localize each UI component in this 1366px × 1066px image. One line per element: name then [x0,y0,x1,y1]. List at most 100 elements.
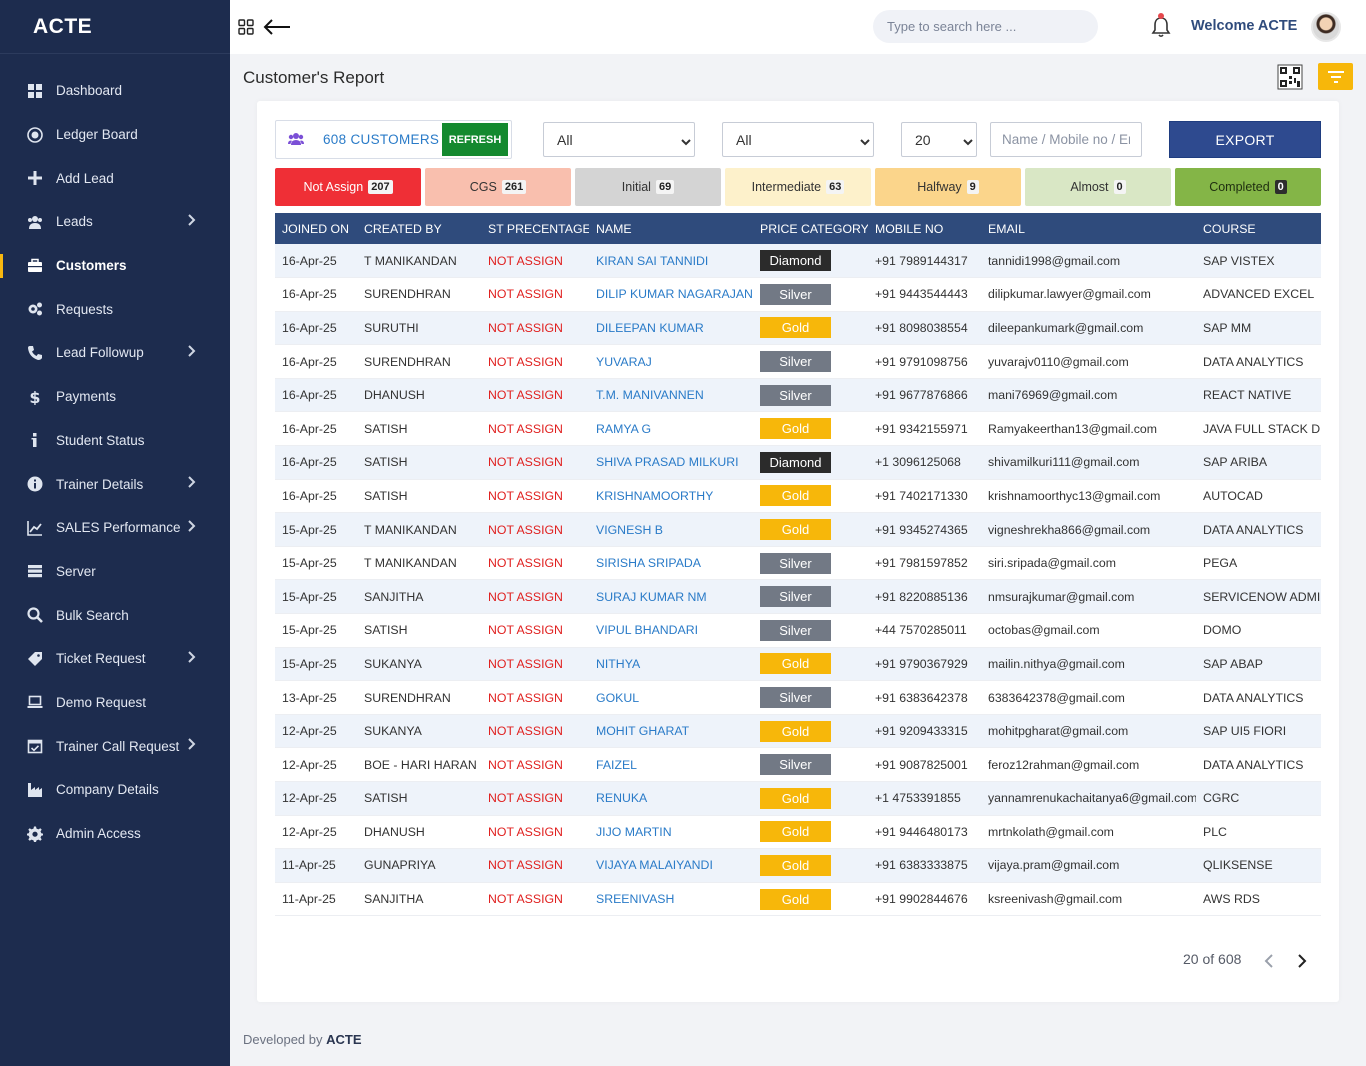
customer-name-link[interactable]: SREENIVASH [596,892,674,906]
table-cell: SURAJ KUMAR NM [589,579,753,615]
customer-name-link[interactable]: VIJAYA MALAIYANDI [596,858,713,872]
status-filter-completed[interactable]: Completed 0 [1175,168,1321,206]
sidebar-item-demo-request[interactable]: Demo Request [0,681,230,725]
column-header-course[interactable]: COURSE [1196,213,1321,244]
page-size-select[interactable]: 20 [901,122,977,157]
table-row[interactable]: 12-Apr-25 SUKANYA NOT ASSIGN MOHIT GHARAT Go… [275,714,1321,749]
table-row[interactable]: 16-Apr-25 SATISH NOT ASSIGN KRISHNAMOORTHY G… [275,479,1321,514]
table-row[interactable]: 11-Apr-25 SANJITHA NOT ASSIGN SREENIVASH Gol… [275,882,1321,917]
course-cell: AWS RDS [1203,892,1260,907]
customer-name-link[interactable]: SIRISHA SRIPADA [596,556,701,570]
brand-logo[interactable]: ACTE [0,0,230,54]
table-cell: Silver [753,277,868,312]
customer-name-link[interactable]: DILEEPAN KUMAR [596,321,704,335]
chevron-left-icon[interactable] [1262,953,1276,969]
filter-lines-icon [1327,70,1344,83]
sidebar-item-sales-performance[interactable]: SALES Performance [0,506,230,550]
table-cell: NOT ASSIGN [481,848,589,883]
table-cell: SANJITHA [357,579,481,615]
apps-grid-icon[interactable] [238,19,254,35]
customer-name-link[interactable]: JIJO MARTIN [596,825,672,839]
table-row[interactable]: 15-Apr-25 SATISH NOT ASSIGN VIPUL BHANDARI S… [275,613,1321,648]
sidebar-item-requests[interactable]: Requests [0,287,230,331]
customer-name-link[interactable]: RAMYA G [596,422,651,436]
table-row[interactable]: 15-Apr-25 T MANIKANDAN NOT ASSIGN VIGNESH B… [275,512,1321,547]
export-button[interactable]: EXPORT [1169,121,1321,158]
table-row[interactable]: 16-Apr-25 SURENDHRAN NOT ASSIGN YUVARAJ Silv… [275,344,1321,379]
status-filter-intermediate[interactable]: Intermediate 63 [725,168,871,206]
customer-name-link[interactable]: RENUKA [596,791,647,805]
table-row[interactable]: 13-Apr-25 SURENDHRAN NOT ASSIGN GOKUL Silver… [275,680,1321,715]
table-row[interactable]: 15-Apr-25 SANJITHA NOT ASSIGN SURAJ KUMAR N… [275,579,1321,615]
customer-name-link[interactable]: KIRAN SAI TANNIDI [596,254,708,268]
sidebar-item-student-status[interactable]: Student Status [0,419,230,463]
customer-name-link[interactable]: GOKUL [596,691,639,705]
sidebar-item-payments[interactable]: $ Payments [0,375,230,419]
table-cell: krishnamoorthyc13@gmail.com [981,479,1196,514]
refresh-button[interactable]: REFRESH [442,123,508,156]
column-header-st-precentage[interactable]: ST PRECENTAGE [481,213,589,244]
column-header-joined-on[interactable]: JOINED ON [275,213,357,244]
table-row[interactable]: 15-Apr-25 SUKANYA NOT ASSIGN NITHYA Gold +91 … [275,647,1321,682]
status-filter-almost[interactable]: Almost 0 [1025,168,1171,206]
chevron-right-icon[interactable] [1295,953,1309,969]
sidebar-item-customers[interactable]: Customers [0,244,230,288]
customer-name-link[interactable]: KRISHNAMOORTHY [596,489,713,503]
column-header-created-by[interactable]: CREATED BY [357,213,481,244]
sidebar-item-dashboard[interactable]: Dashboard [0,69,230,113]
customer-name-link[interactable]: VIPUL BHANDARI [596,623,698,637]
table-row[interactable]: 16-Apr-25 SURUTHI NOT ASSIGN DILEEPAN KUMAR… [275,311,1321,346]
sidebar-item-add-lead[interactable]: Add Lead [0,156,230,200]
customer-name-link[interactable]: FAIZEL [596,758,637,772]
customer-name-link[interactable]: YUVARAJ [596,355,652,369]
course-cell: DATA ANALYTICS [1203,522,1304,537]
sidebar-item-server[interactable]: Server [0,550,230,594]
table-row[interactable]: 11-Apr-25 GUNAPRIYA NOT ASSIGN VIJAYA MALAI… [275,848,1321,883]
sidebar-item-ledger-board[interactable]: Ledger Board [0,113,230,157]
column-header-price-category[interactable]: PRICE CATEGORY [753,213,868,244]
sidebar-item-lead-followup[interactable]: Lead Followup [0,331,230,375]
sidebar-item-ticket-request[interactable]: Ticket Request [0,637,230,681]
filter-select-1[interactable]: All [543,122,695,157]
column-header-mobile-no[interactable]: MOBILE NO [868,213,981,244]
name-mobile-email-search[interactable] [990,122,1142,157]
status-filter-halfway[interactable]: Halfway 9 [875,168,1021,206]
table-row[interactable]: 16-Apr-25 T MANIKANDAN NOT ASSIGN KIRAN SAI… [275,244,1321,279]
sidebar-item-bulk-search[interactable]: Bulk Search [0,593,230,637]
sidebar-item-leads[interactable]: Leads [0,200,230,244]
customer-name-link[interactable]: MOHIT GHARAT [596,724,689,738]
table-row[interactable]: 15-Apr-25 T MANIKANDAN NOT ASSIGN SIRISHA S… [275,546,1321,581]
table-row[interactable]: 12-Apr-25 DHANUSH NOT ASSIGN JIJO MARTIN Gol… [275,815,1321,850]
table-row[interactable]: 12-Apr-25 SATISH NOT ASSIGN RENUKA Gold +1 47… [275,781,1321,816]
customer-name-link[interactable]: SURAJ KUMAR NM [596,590,707,604]
customer-name-link[interactable]: SHIVA PRASAD MILKURI [596,455,739,469]
sidebar-item-admin-access[interactable]: Admin Access [0,812,230,856]
bell-icon[interactable] [1151,16,1171,38]
table-cell: +91 9902844676 [868,882,981,917]
status-filter-not-assign[interactable]: Not Assign 207 [275,168,421,206]
customer-name-link[interactable]: T.M. MANIVANNEN [596,388,704,402]
sidebar-item-company-details[interactable]: Company Details [0,768,230,812]
customer-name-link[interactable]: DILIP KUMAR NAGARAJAN [596,287,753,301]
table-row[interactable]: 12-Apr-25 BOE - HARI HARAN NOT ASSIGN FAIZE… [275,747,1321,782]
status-filter-initial[interactable]: Initial 69 [575,168,721,206]
column-header-email[interactable]: EMAIL [981,213,1196,244]
table-row[interactable]: 16-Apr-25 DHANUSH NOT ASSIGN T.M. MANIVANNE… [275,378,1321,413]
back-arrow-icon[interactable] [263,18,291,36]
status-filter-cgs[interactable]: CGS 261 [425,168,571,206]
table-row[interactable]: 16-Apr-25 SURENDHRAN NOT ASSIGN DILIP KUMAR… [275,277,1321,312]
sidebar-item-trainer-details[interactable]: Trainer Details [0,462,230,506]
filter-select-2[interactable]: All [722,122,874,157]
course-cell: SAP MM [1203,320,1252,335]
global-search-input[interactable] [873,10,1098,43]
avatar[interactable] [1311,12,1341,42]
table-cell: dileepankumark@gmail.com [981,311,1196,346]
qr-code-icon[interactable] [1277,64,1303,90]
column-header-name[interactable]: NAME [589,213,753,244]
filter-button[interactable] [1318,63,1353,90]
table-row[interactable]: 16-Apr-25 SATISH NOT ASSIGN RAMYA G Gold +91 … [275,411,1321,447]
customer-name-link[interactable]: NITHYA [596,657,640,671]
table-row[interactable]: 16-Apr-25 SATISH NOT ASSIGN SHIVA PRASAD MI… [275,445,1321,480]
customer-name-link[interactable]: VIGNESH B [596,523,663,537]
sidebar-item-trainer-call-request[interactable]: Trainer Call Request [0,724,230,768]
